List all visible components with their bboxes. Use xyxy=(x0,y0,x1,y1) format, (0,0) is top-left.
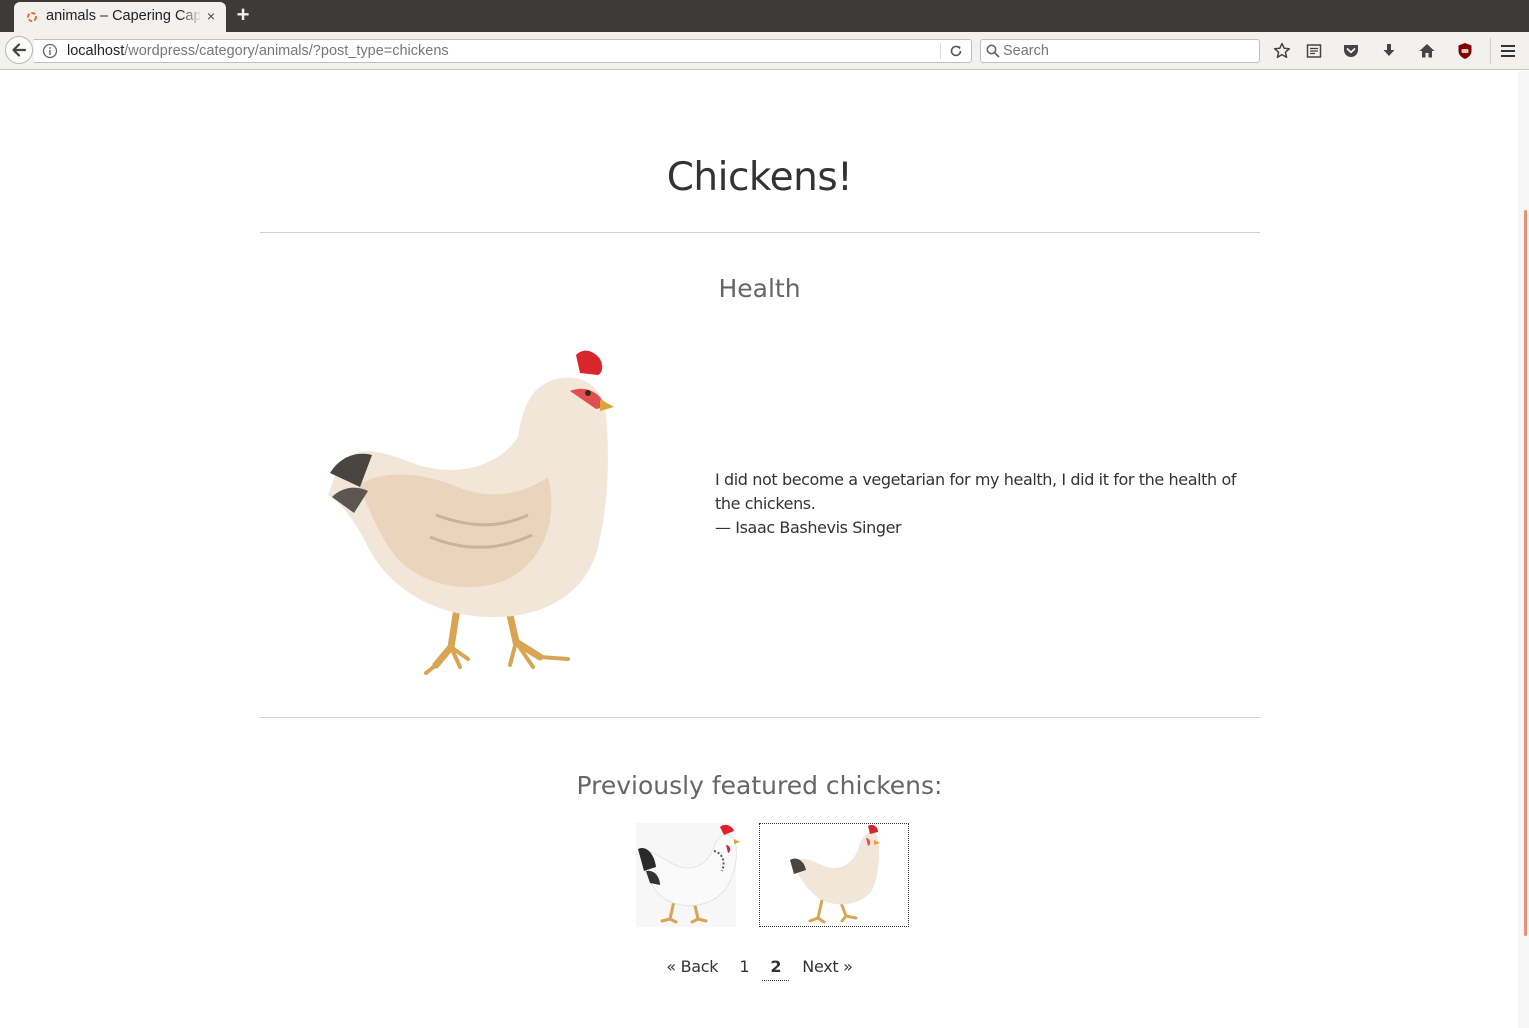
navigation-toolbar: localhost/wordpress/category/animals/?po… xyxy=(0,32,1529,70)
back-button[interactable] xyxy=(5,36,33,64)
pagination-next-link[interactable]: Next » xyxy=(794,957,860,980)
white-hen-photo xyxy=(636,823,740,927)
url-host: localhost xyxy=(67,43,125,59)
hamburger-menu-icon[interactable] xyxy=(1498,41,1518,61)
page-scrollbar[interactable] xyxy=(1518,71,1529,1028)
site-info-icon[interactable] xyxy=(42,43,58,59)
post-quote: I did not become a vegetarian for my hea… xyxy=(715,468,1245,540)
tab-title-fade xyxy=(180,6,202,28)
toolbar-separator xyxy=(1490,38,1491,64)
pocket-icon[interactable] xyxy=(1341,41,1361,61)
quote-text: I did not become a vegetarian for my hea… xyxy=(715,470,1237,513)
previously-featured-heading: Previously featured chickens: xyxy=(576,771,943,800)
divider-top xyxy=(260,232,1260,233)
url-bar[interactable]: localhost/wordpress/category/animals/?po… xyxy=(34,39,972,63)
download-icon[interactable] xyxy=(1379,41,1399,61)
home-icon[interactable] xyxy=(1417,41,1437,61)
scrollbar-thumb[interactable] xyxy=(1524,210,1527,936)
search-bar[interactable] xyxy=(980,39,1260,63)
tab-strip: animals – Capering Capricorns × + xyxy=(0,0,1529,32)
quote-author: — Isaac Bashevis Singer xyxy=(715,518,902,537)
buff-hen-photo xyxy=(790,824,880,924)
ublock-icon[interactable] xyxy=(1455,41,1475,61)
search-input[interactable] xyxy=(1003,41,1253,61)
search-icon xyxy=(986,44,1000,58)
bookmark-star-icon[interactable] xyxy=(1272,41,1292,61)
hen-photo xyxy=(328,350,614,675)
page-title: Chickens! xyxy=(666,155,853,200)
tab-close-icon[interactable]: × xyxy=(204,7,218,25)
pagination-page-1[interactable]: 1 xyxy=(731,957,757,980)
back-arrow-icon xyxy=(12,43,27,57)
wordpress-favicon-icon xyxy=(27,12,37,22)
page-content: Chickens! Health I did not become a vege… xyxy=(0,71,1518,1028)
pagination-page-2-current: 2 xyxy=(762,957,790,981)
post-title: Health xyxy=(718,274,801,303)
reader-view-icon[interactable] xyxy=(1304,41,1324,61)
tab-title: animals – Capering Capricorns xyxy=(46,8,200,24)
url-path: /wordpress/category/animals/?post_type=c… xyxy=(124,43,449,59)
thumbnail-buff-hen-selected[interactable] xyxy=(759,823,909,927)
reload-icon[interactable] xyxy=(948,43,964,59)
url-text[interactable]: localhost/wordpress/category/animals/?po… xyxy=(67,43,449,59)
pagination-back-link[interactable]: « Back xyxy=(658,957,726,980)
browser-tab-active[interactable]: animals – Capering Capricorns × xyxy=(14,2,226,32)
pagination: « Back 1 2 Next » xyxy=(259,957,1260,981)
thumbnail-white-hen[interactable] xyxy=(610,823,760,927)
divider-bottom xyxy=(260,717,1260,718)
new-tab-button[interactable]: + xyxy=(232,4,254,26)
url-bar-divider xyxy=(940,43,941,59)
